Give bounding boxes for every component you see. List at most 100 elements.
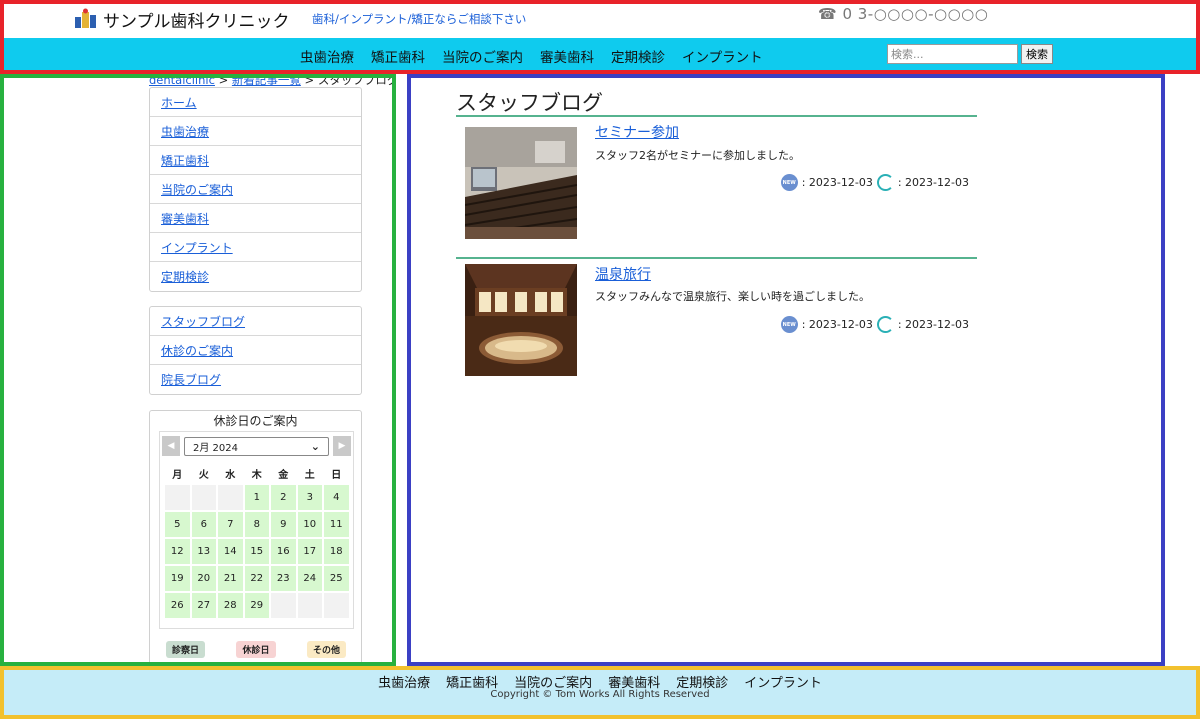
calendar-day[interactable]: 9: [270, 511, 297, 538]
calendar-day[interactable]: 4: [323, 484, 350, 511]
new-badge-icon: NEW: [780, 174, 798, 191]
month-select[interactable]: 2月 2024 ⌄: [184, 436, 329, 456]
calendar-day[interactable]: 28: [217, 592, 244, 619]
calendar-day[interactable]: 6: [190, 511, 217, 538]
main-navbar: 虫歯治療 矯正歯科 当院のご案内 審美歯科 定期検診 インプラント 検索: [4, 38, 1196, 70]
sidebar-link-cavity[interactable]: 虫歯治療: [161, 123, 209, 140]
calendar-day[interactable]: 3: [296, 484, 323, 511]
closure-calendar-widget: 休診日のご案内 ◀ 2月 2024 ⌄ ▶ 月 火 水 木 金 土 日 1234…: [149, 410, 362, 662]
calendar-day[interactable]: 17: [296, 538, 323, 565]
search-button[interactable]: 検索: [1021, 44, 1053, 64]
tagline: 歯科/インプラント/矯正ならご相談下さい: [312, 12, 527, 26]
calendar-day[interactable]: 18: [323, 538, 350, 565]
sidebar-item-about: 当院のご案内: [150, 175, 361, 204]
calendar-day[interactable]: 8: [243, 511, 270, 538]
sidebar-link-implant[interactable]: インプラント: [161, 239, 233, 256]
prev-month-icon[interactable]: ◀: [162, 436, 180, 456]
calendar-day[interactable]: 26: [164, 592, 191, 619]
post-excerpt: スタッフ2名がセミナーに参加しました。: [595, 149, 800, 162]
chevron-down-icon: ⌄: [310, 439, 320, 453]
site-logo[interactable]: サンプル歯科クリニック: [74, 7, 290, 32]
calendar-day[interactable]: 15: [243, 538, 270, 565]
weekday-label: 金: [278, 469, 289, 481]
update-icon: [876, 316, 894, 333]
sidebar-item-cosmetic: 審美歯科: [150, 204, 361, 233]
calendar-day[interactable]: 21: [217, 565, 244, 592]
breadcrumb-separator: >: [214, 78, 232, 87]
post-title-link[interactable]: 温泉旅行: [595, 264, 651, 284]
calendar-empty-cell: [296, 592, 323, 619]
tooth-logo-icon: [74, 8, 98, 30]
breadcrumb-current: スタッフブログ: [317, 78, 392, 87]
sidebar-link-closure-notice[interactable]: 休診のご案内: [161, 342, 233, 359]
weekday-label: 日: [331, 469, 342, 481]
calendar-day[interactable]: 2: [270, 484, 297, 511]
update-date: : 2023-12-03: [897, 318, 969, 331]
nav-item-about[interactable]: 当院のご案内: [442, 46, 523, 66]
site-footer: 虫歯治療 矯正歯科 当院のご案内 審美歯科 定期検診 インプラント Copyri…: [4, 670, 1196, 715]
sidebar: dentalclinic > 新着記事一覧 > スタッフブログ ホーム 虫歯治療…: [4, 78, 392, 662]
sidebar-item-implant: インプラント: [150, 233, 361, 262]
calendar-day[interactable]: 25: [323, 565, 350, 592]
post-date: : 2023-12-03: [801, 176, 873, 189]
calendar-legend: 診察日 休診日 その他: [166, 641, 346, 658]
new-badge-icon: NEW: [780, 316, 798, 333]
nav-item-orthodontics[interactable]: 矯正歯科: [371, 46, 425, 66]
calendar-day[interactable]: 19: [164, 565, 191, 592]
sidebar-item-checkup: 定期検診: [150, 262, 361, 291]
sidebar-link-orthodontics[interactable]: 矯正歯科: [161, 152, 209, 169]
breadcrumb-home-link[interactable]: dentalclinic: [149, 78, 215, 87]
calendar: ◀ 2月 2024 ⌄ ▶ 月 火 水 木 金 土 日 1 2 3 4 5 6 7 8 9 10 1…: [159, 431, 354, 629]
nav-item-cosmetic[interactable]: 審美歯科: [540, 46, 594, 66]
sidebar-link-checkup[interactable]: 定期検診: [161, 268, 209, 285]
post-title-link[interactable]: セミナー参加: [595, 122, 679, 142]
page-title: スタッフブログ: [456, 91, 603, 115]
calendar-day[interactable]: 24: [296, 565, 323, 592]
calendar-empty-cell: [164, 484, 191, 511]
sidebar-link-staff-blog[interactable]: スタッフブログ: [161, 313, 245, 330]
sidebar-link-about[interactable]: 当院のご案内: [161, 181, 233, 198]
weekday-label: 水: [225, 469, 236, 481]
calendar-day[interactable]: 5: [164, 511, 191, 538]
next-month-icon[interactable]: ▶: [333, 436, 351, 456]
sidebar-link-cosmetic[interactable]: 審美歯科: [161, 210, 209, 227]
sidebar-link-director-blog[interactable]: 院長ブログ: [161, 371, 221, 388]
sidebar-item-cavity: 虫歯治療: [150, 117, 361, 146]
sidebar-item-staff-blog: スタッフブログ: [150, 307, 361, 336]
calendar-grid: 月 火 水 木 金 土 日 1 2 3 4 5 6 7 8 9 10 11 12 13 14 15 16 17 1…: [164, 462, 350, 619]
calendar-day[interactable]: 1: [243, 484, 270, 511]
sidebar-link-home[interactable]: ホーム: [161, 94, 197, 111]
calendar-empty-cell: [323, 592, 350, 619]
calendar-day[interactable]: 20: [190, 565, 217, 592]
calendar-day[interactable]: 16: [270, 538, 297, 565]
site-title: サンプル歯科クリニック: [103, 11, 290, 32]
weekday-label: 木: [251, 469, 262, 481]
calendar-day[interactable]: 7: [217, 511, 244, 538]
blog-post: セミナー参加 スタッフ2名がセミナーに参加しました。 NEW : 2023-12…: [456, 122, 977, 252]
seminar-thumbnail[interactable]: [465, 127, 577, 239]
breadcrumb-list-link[interactable]: 新着記事一覧: [232, 78, 301, 87]
sidebar-item-closure-notice: 休診のご案内: [150, 336, 361, 365]
calendar-day[interactable]: 11: [323, 511, 350, 538]
nav-item-cavity[interactable]: 虫歯治療: [300, 46, 354, 66]
calendar-day[interactable]: 29: [243, 592, 270, 619]
post-dates: NEW : 2023-12-03 : 2023-12-03: [780, 316, 969, 333]
nav-item-checkup[interactable]: 定期検診: [611, 46, 665, 66]
sidebar-item-orthodontics: 矯正歯科: [150, 146, 361, 175]
copyright: Copyright © Tom Works All Rights Reserve…: [490, 689, 710, 700]
hot-spring-thumbnail[interactable]: [465, 264, 577, 376]
calendar-empty-cell: [270, 592, 297, 619]
calendar-day[interactable]: 27: [190, 592, 217, 619]
search-input[interactable]: [887, 44, 1018, 64]
title-divider: [456, 115, 977, 117]
calendar-day[interactable]: 23: [270, 565, 297, 592]
calendar-day[interactable]: 22: [243, 565, 270, 592]
breadcrumb-separator: >: [300, 78, 318, 87]
sidebar-item-director-blog: 院長ブログ: [150, 365, 361, 394]
nav-item-implant[interactable]: インプラント: [682, 46, 763, 66]
calendar-day[interactable]: 13: [190, 538, 217, 565]
calendar-day[interactable]: 14: [217, 538, 244, 565]
month-select-value: 2月 2024: [193, 442, 238, 454]
calendar-day[interactable]: 12: [164, 538, 191, 565]
calendar-day[interactable]: 10: [296, 511, 323, 538]
